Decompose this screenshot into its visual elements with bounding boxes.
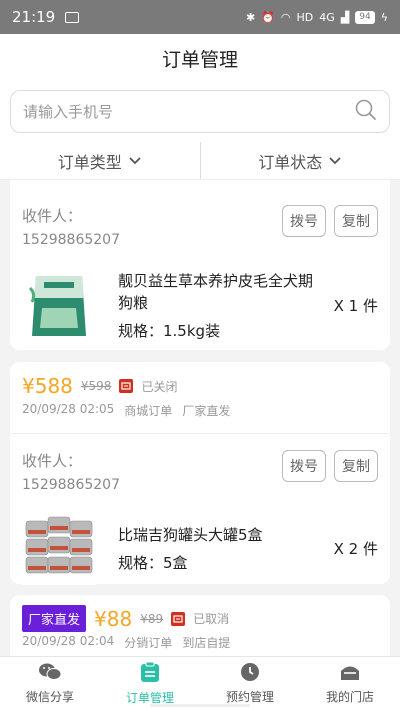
product-name: 靓贝益生草本养护皮毛全犬期狗粮 [118,271,314,312]
product-row[interactable]: 比瑞吉狗罐头大罐5盒 规格：5盒 X 2 件 [22,511,378,585]
product-spec: 规格：1.5kg装 [118,321,221,340]
page-header: 订单管理 [0,34,400,82]
status-icon [119,379,134,393]
order-meta: 20/09/28 02:05 商城订单 厂家直发 [22,402,378,419]
order-type-label: 订单类型 [57,152,122,172]
order-price: ¥588 [22,374,73,398]
filter-bar: 订单类型 订单状态 [0,142,400,180]
tab-order-management[interactable]: 订单管理 [100,657,200,710]
order-datetime: 20/09/28 02:04 [22,634,115,648]
page-title: 订单管理 [161,48,238,71]
order-list[interactable]: 收件人： 15298865207 拨号 复制 靓贝益生草本养护皮毛全犬期狗粮 规… [0,180,400,656]
battery-level: 94 [355,10,375,24]
delivery-method: 厂家直发 [182,404,231,418]
order-card: 厂家直发 ¥88 ¥89 已取消 20/09/28 02:04 分销订单 到店自… [10,595,390,656]
network-label: HD [296,10,314,24]
order-card: ¥588 ¥598 已关闭 20/09/28 02:05 商城订单 厂家直发 收… [10,362,390,585]
order-card: 收件人： 15298865207 拨号 复制 靓贝益生草本养护皮毛全犬期狗粮 规… [10,180,390,350]
wifi-icon: ◠ [280,10,291,24]
tab-appointment-management[interactable]: 预约管理 [200,657,300,710]
charging-icon: ϟ [380,10,388,24]
tab-bar: 微信分享 订单管理 预约管理 我的门店 [0,656,400,710]
order-type: 分销订单 [124,636,173,650]
price-row: 厂家直发 ¥88 ¥89 已取消 [22,595,378,632]
product-image [22,511,96,585]
wechat-icon [38,662,62,685]
search-box[interactable] [10,90,390,133]
search-bar [0,82,400,142]
product-image [22,268,96,342]
order-status-filter[interactable]: 订单状态 [201,142,400,179]
original-price: ¥89 [140,611,164,626]
price-row: ¥588 ¥598 已关闭 [22,362,378,398]
order-status: 已取消 [193,612,230,626]
order-status: 已关闭 [141,379,178,394]
order-price: ¥88 [94,606,133,631]
bluetooth-icon: ✱ [246,10,256,24]
tab-my-store[interactable]: 我的门店 [300,657,400,710]
product-quantity: X 2 件 [333,539,378,558]
product-row[interactable]: 靓贝益生草本养护皮毛全犬期狗粮 规格：1.5kg装 X 1 件 [22,268,378,342]
product-name: 比瑞吉狗罐头大罐5盒 [118,525,263,544]
clock-icon [240,662,260,685]
home-indicator [150,704,250,707]
signal-icon: ▟ [340,10,350,24]
search-input[interactable] [23,102,355,121]
chevron-down-icon [328,151,342,170]
tab-label: 我的门店 [325,690,374,704]
status-bar: 21:19 ✱ ⏰ ◠ HD 4G ▟ 94 ϟ [0,0,400,34]
product-spec: 规格：5盒 [118,553,188,572]
receiver-label: 收件人： [22,452,83,470]
original-price: ¥598 [80,379,112,393]
receiver-label: 收件人： [22,207,83,225]
order-status-label: 订单状态 [258,152,323,172]
message-icon [65,11,80,23]
order-type-filter[interactable]: 订单类型 [0,142,200,179]
search-icon[interactable] [355,99,377,125]
order-datetime: 20/09/28 02:05 [22,402,115,416]
delivery-method: 到店自提 [182,636,231,650]
order-meta: 20/09/28 02:04 分销订单 到店自提 [22,634,378,651]
dial-button[interactable]: 拨号 [282,450,326,482]
product-quantity: X 1 件 [333,296,378,315]
tab-wechat-share[interactable]: 微信分享 [0,657,100,710]
copy-button[interactable]: 复制 [334,205,378,237]
status-time: 21:19 [12,8,56,26]
chevron-down-icon [128,151,142,170]
alarm-icon: ⏰ [261,10,275,24]
order-type: 商城订单 [124,404,173,418]
dial-button[interactable]: 拨号 [282,205,326,237]
receiver-phone: 15298865207 [22,477,120,493]
tab-label: 预约管理 [225,690,274,704]
receiver-phone: 15298865207 [22,232,120,248]
signal-label: 4G [319,10,335,24]
tab-label: 微信分享 [25,690,74,704]
receiver-row: 收件人： 15298865207 拨号 复制 [22,180,378,248]
order-list-icon [140,661,160,686]
receiver-row: 收件人： 15298865207 拨号 复制 [22,434,378,493]
status-icon [171,611,186,626]
delivery-tag: 厂家直发 [22,605,87,632]
copy-button[interactable]: 复制 [334,450,378,482]
store-icon [339,662,361,685]
